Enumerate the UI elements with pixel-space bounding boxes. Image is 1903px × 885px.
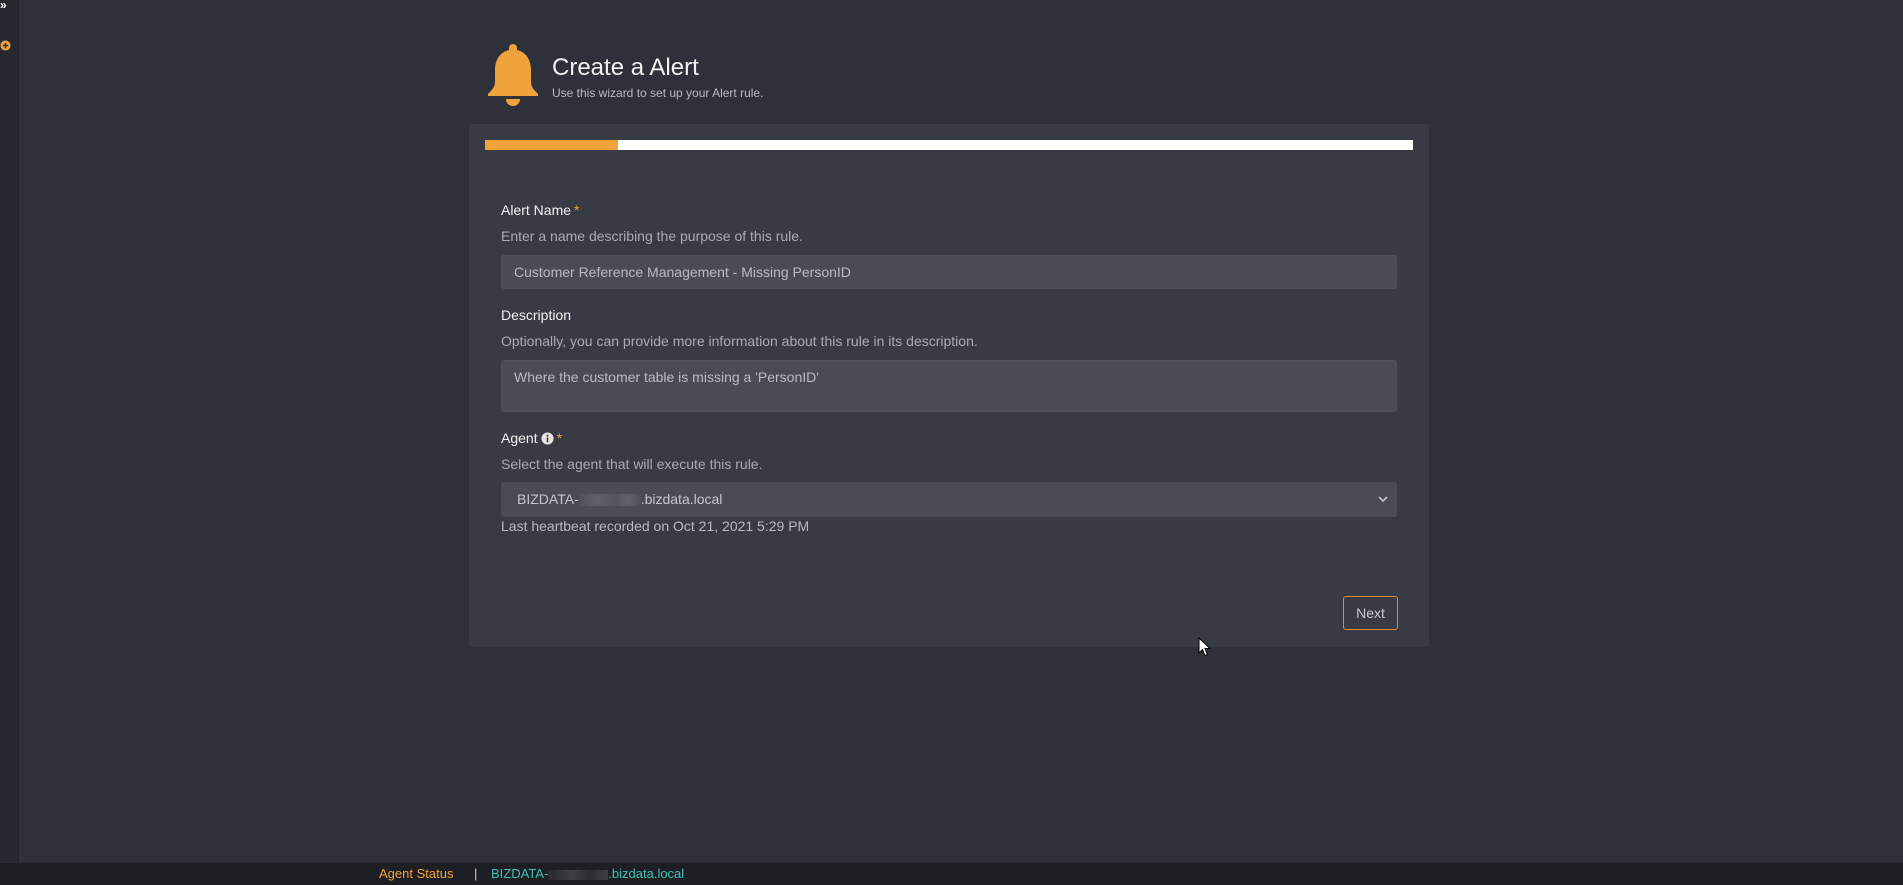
agent-status-suffix: .bizdata.local [608,866,685,881]
required-marker: * [556,430,563,446]
double-chevron-right-icon[interactable]: » [0,0,10,11]
wizard-progress-bar [485,140,1413,150]
agent-select-suffix: .bizdata.local [640,491,723,507]
alert-name-input[interactable] [501,255,1397,289]
info-icon[interactable] [541,432,554,445]
page-header: Create a Alert Use this wizard to set up… [484,44,984,108]
wizard-panel: Alert Name * Enter a name describing the … [469,124,1429,647]
description-help: Optionally, you can provide more informa… [501,333,978,349]
agent-select[interactable]: BIZDATA- .bizdata.local [501,482,1397,517]
next-button[interactable]: Next [1343,596,1398,630]
agent-select-prefix: BIZDATA- [517,491,579,507]
page-subtitle: Use this wizard to set up your Alert rul… [552,86,764,100]
alert-name-label: Alert Name * [501,202,579,218]
required-marker: * [574,202,580,218]
agent-status-prefix: BIZDATA- [491,866,549,881]
page-title: Create a Alert [552,54,699,81]
description-textarea[interactable]: Where the customer table is missing a 'P… [501,360,1397,412]
agent-heartbeat: Last heartbeat recorded on Oct 21, 2021 … [501,518,810,534]
plus-circle-icon[interactable] [0,40,11,51]
agent-label-text: Agent [501,430,538,446]
redacted-hostname [578,494,641,507]
wizard-progress-fill [485,140,618,150]
alert-name-help: Enter a name describing the purpose of t… [501,228,803,244]
alert-name-label-text: Alert Name [501,202,572,218]
bell-icon [488,44,538,106]
description-label: Description [501,307,572,323]
agent-status-label[interactable]: Agent Status [379,863,453,885]
agent-help: Select the agent that will execute this … [501,456,763,472]
chevron-down-icon [1378,496,1388,503]
mouse-cursor-icon [1198,637,1212,657]
agent-label: Agent * [501,430,562,446]
redacted-hostname [548,869,609,880]
sidebar: » [0,0,19,862]
status-bar: Agent Status | BIZDATA- .bizdata.local [0,862,1903,885]
agent-status-value: BIZDATA- .bizdata.local [491,863,684,885]
status-separator: | [474,866,478,881]
